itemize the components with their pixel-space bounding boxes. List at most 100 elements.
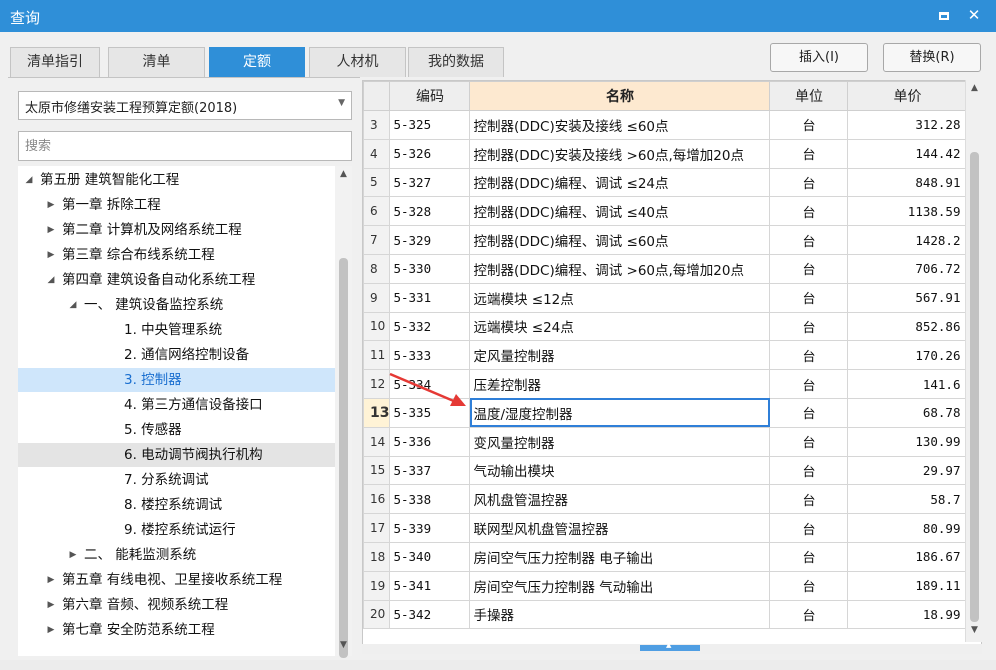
cell-unit[interactable]: 台 (769, 282, 849, 313)
tree-item[interactable]: ◢ 第四章 建筑设备自动化系统工程 (18, 268, 336, 292)
table-row[interactable]: 4 5-326 控制器(DDC)安装及接线 >60点,每增加20点台 144.42 (363, 138, 968, 169)
cell-unit[interactable]: 台 (769, 110, 849, 140)
cell-price[interactable]: 852.86 (847, 311, 968, 342)
cell-code[interactable]: 5-333 (389, 340, 471, 371)
cell-code[interactable]: 5-342 (389, 599, 471, 630)
cell-price[interactable]: 706.72 (847, 253, 968, 284)
cell-price[interactable]: 141.6 (847, 369, 968, 399)
tree-item[interactable]: ▶ 第一章 拆除工程 (18, 193, 336, 217)
tree-item[interactable]: 6. 电动调节阀执行机构 (18, 443, 336, 467)
cell-name[interactable]: 控制器(DDC)安装及接线 ≤60点 (469, 110, 771, 140)
tree-item[interactable]: 9. 楼控系统试运行 (18, 518, 336, 542)
scroll-down-icon[interactable]: ▼ (968, 625, 981, 635)
tree-item[interactable]: ▶ 第三章 综合布线系统工程 (18, 243, 336, 267)
cell-unit[interactable]: 台 (769, 397, 849, 428)
header-code[interactable]: 编码 (389, 81, 471, 111)
expand-arrow-icon[interactable]: ▶ (66, 543, 80, 567)
row-index[interactable]: 18 (363, 541, 391, 572)
row-index[interactable]: 9 (363, 282, 391, 313)
cell-name[interactable]: 定风量控制器 (469, 340, 771, 371)
tree-item[interactable]: ▶ 第七章 安全防范系统工程 (18, 618, 336, 642)
expand-arrow-icon[interactable]: ▶ (44, 618, 58, 642)
expand-arrow-icon[interactable]: ▶ (44, 193, 58, 217)
cell-name[interactable]: 控制器(DDC)编程、调试 >60点,每增加20点 (469, 253, 771, 284)
collapse-arrow-icon[interactable]: ◢ (22, 168, 36, 192)
table-row[interactable]: 9 5-331 远端模块 ≤12点台 567.91 (363, 282, 968, 313)
cell-name[interactable]: 房间空气压力控制器 气动输出 (469, 570, 771, 601)
tree-item[interactable]: 3. 控制器 (18, 368, 336, 392)
tree-item[interactable]: 7. 分系统调试 (18, 468, 336, 492)
cell-name[interactable]: 房间空气压力控制器 电子输出 (469, 541, 771, 572)
table-row[interactable]: 11 5-333 定风量控制器台 170.26 (363, 340, 968, 371)
tree-item[interactable]: ▶ 第二章 计算机及网络系统工程 (18, 218, 336, 242)
row-index[interactable]: 3 (363, 110, 391, 140)
row-index[interactable]: 17 (363, 513, 391, 543)
cell-unit[interactable]: 台 (769, 167, 849, 198)
cell-name[interactable]: 变风量控制器 (469, 426, 771, 457)
grid-scrollbar[interactable]: ▲ ▼ (965, 80, 982, 642)
cell-price[interactable]: 848.91 (847, 167, 968, 198)
cell-name[interactable]: 控制器(DDC)编程、调试 ≤40点 (469, 196, 771, 227)
tree-item[interactable]: 2. 通信网络控制设备 (18, 343, 336, 367)
expand-arrow-icon[interactable]: ▶ (44, 593, 58, 617)
scroll-down-icon[interactable]: ▼ (337, 640, 350, 650)
cell-price[interactable]: 186.67 (847, 541, 968, 572)
cell-price[interactable]: 170.26 (847, 340, 968, 371)
scroll-up-icon[interactable]: ▲ (968, 83, 981, 93)
cell-unit[interactable]: 台 (769, 369, 849, 399)
table-row[interactable]: 15 5-337 气动输出模块台 29.97 (363, 455, 968, 486)
search-input[interactable] (18, 131, 352, 161)
cell-code[interactable]: 5-341 (389, 570, 471, 601)
row-index[interactable]: 11 (363, 340, 391, 371)
cell-code[interactable]: 5-338 (389, 484, 471, 515)
cell-unit[interactable]: 台 (769, 340, 849, 371)
cell-unit[interactable]: 台 (769, 311, 849, 342)
row-index[interactable]: 13 (363, 397, 391, 428)
insert-button[interactable]: 插入(I) (770, 43, 868, 72)
expand-arrow-icon[interactable]: ▶ (44, 243, 58, 267)
row-index[interactable]: 14 (363, 426, 391, 457)
row-index[interactable]: 15 (363, 455, 391, 486)
row-index[interactable]: 19 (363, 570, 391, 601)
table-row[interactable]: 14 5-336 变风量控制器台 130.99 (363, 426, 968, 457)
table-row[interactable]: 8 5-330 控制器(DDC)编程、调试 >60点,每增加20点台 706.72 (363, 253, 968, 284)
cell-code[interactable]: 5-332 (389, 311, 471, 342)
cell-code[interactable]: 5-340 (389, 541, 471, 572)
cell-unit[interactable]: 台 (769, 455, 849, 486)
row-index[interactable]: 20 (363, 599, 391, 630)
table-row[interactable]: 16 5-338 风机盘管温控器台 58.7 (363, 484, 968, 515)
close-icon[interactable]: ✕ (962, 4, 986, 26)
row-index[interactable]: 12 (363, 369, 391, 399)
header-name[interactable]: 名称 (469, 81, 771, 111)
cell-code[interactable]: 5-337 (389, 455, 471, 486)
row-index[interactable]: 10 (363, 311, 391, 342)
cell-name[interactable]: 控制器(DDC)编程、调试 ≤60点 (469, 225, 771, 255)
tree-item[interactable]: 4. 第三方通信设备接口 (18, 393, 336, 417)
cell-code[interactable]: 5-330 (389, 253, 471, 284)
cell-unit[interactable]: 台 (769, 599, 849, 630)
cell-code[interactable]: 5-325 (389, 110, 471, 140)
tree-item[interactable]: 8. 楼控系统调试 (18, 493, 336, 517)
cell-code[interactable]: 5-326 (389, 138, 471, 169)
table-row[interactable]: 18 5-340 房间空气压力控制器 电子输出台 186.67 (363, 541, 968, 572)
cell-code[interactable]: 5-327 (389, 167, 471, 198)
tree-scrollbar[interactable]: ▲ ▼ (335, 166, 352, 658)
collapse-arrow-icon[interactable]: ◢ (66, 293, 80, 317)
cell-price[interactable]: 80.99 (847, 513, 968, 543)
cell-name[interactable]: 联网型风机盘管温控器 (469, 513, 771, 543)
cell-code[interactable]: 5-336 (389, 426, 471, 457)
cell-unit[interactable]: 台 (769, 138, 849, 169)
header-unit[interactable]: 单位 (769, 81, 849, 111)
cell-price[interactable]: 68.78 (847, 397, 968, 428)
cell-price[interactable]: 1138.59 (847, 196, 968, 227)
tree-scrollbar-thumb[interactable] (339, 258, 348, 658)
cell-name[interactable]: 温度/湿度控制器 (469, 397, 771, 428)
tree-item[interactable]: ◢ 第五册 建筑智能化工程 (18, 168, 336, 192)
header-price[interactable]: 单价 (847, 81, 968, 111)
tree-item[interactable]: ◢ 一、 建筑设备监控系统 (18, 293, 336, 317)
splitter-handle[interactable]: ▲ (640, 641, 700, 651)
table-row[interactable]: 20 5-342 手操器台 18.99 (363, 599, 968, 630)
tab-quota[interactable]: 定额 (209, 47, 305, 77)
cell-price[interactable]: 130.99 (847, 426, 968, 457)
grid-scrollbar-thumb[interactable] (970, 152, 979, 622)
